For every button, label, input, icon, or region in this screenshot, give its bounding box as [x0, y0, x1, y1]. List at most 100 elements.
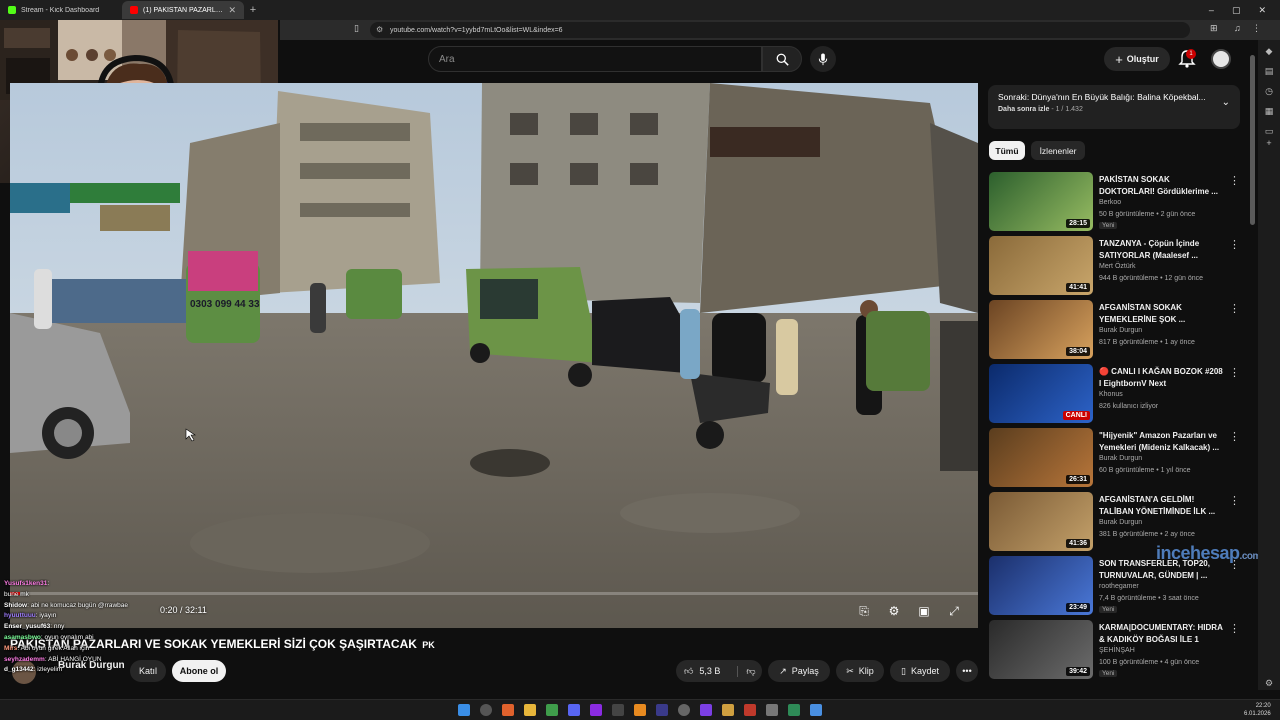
recommended-video[interactable]: 23:49 SON TRANSFERLER, TOP20, TURNUVALAR,… — [989, 556, 1240, 616]
settings-taskbar-icon[interactable] — [766, 704, 778, 716]
sidebar-history-icon[interactable]: ◷ — [1263, 86, 1275, 98]
search-input[interactable]: Ara — [428, 46, 762, 72]
taskbar-app-icon[interactable] — [678, 704, 690, 716]
file-explorer-icon[interactable] — [524, 704, 536, 716]
share-button[interactable]: ↗ Paylaş — [768, 660, 830, 682]
video-thumbnail[interactable]: 23:49 — [989, 556, 1093, 615]
recommended-title[interactable]: AFGANİSTAN SOKAK YEMEKLERİNE ŞOK ... — [1099, 302, 1225, 325]
video-thumbnail[interactable]: 39:42 — [989, 620, 1093, 679]
video-thumbnail[interactable]: 41:41 — [989, 236, 1093, 295]
more-vertical-icon[interactable]: ⋮ — [1229, 238, 1240, 251]
sidebar-reading-icon[interactable]: ▦ — [1263, 106, 1275, 118]
discord-icon[interactable] — [568, 704, 580, 716]
sidebar-wallet-icon[interactable]: ▭ — [1263, 126, 1275, 138]
twitch-icon[interactable] — [590, 704, 602, 716]
recommended-video[interactable]: 26:31 "Hijyenik" Amazon Pazarları ve Yeme… — [989, 428, 1240, 488]
brave-browser-icon[interactable] — [502, 704, 514, 716]
chat-username[interactable]: Mirs — [4, 645, 17, 652]
maximize-icon[interactable]: ▢ — [1232, 5, 1241, 16]
recommended-channel[interactable]: Berkoo — [1099, 199, 1121, 206]
taskbar-app-icon[interactable] — [810, 704, 822, 716]
sidebar-bookmarks-icon[interactable]: ▤ — [1263, 66, 1275, 78]
miniplayer-icon[interactable]: ▣ — [916, 603, 932, 619]
system-clock[interactable]: 22:20 6.01.2026 — [1244, 702, 1271, 718]
video-thumbnail[interactable]: 41:36 — [989, 492, 1093, 551]
chat-username[interactable]: asamasbwo — [4, 634, 41, 641]
menu-icon[interactable]: ⋮ — [1252, 23, 1261, 34]
playlist-up-next[interactable]: Sonraki: Dünya'nın En Büyük Balığı: Bali… — [988, 85, 1240, 129]
voice-search-button[interactable] — [810, 46, 836, 72]
video-thumbnail[interactable]: CANLI — [989, 364, 1093, 423]
account-avatar[interactable] — [1211, 49, 1231, 69]
sidebar-ai-icon[interactable]: ◆ — [1263, 46, 1275, 58]
subscribe-button[interactable]: Abone ol — [172, 660, 226, 682]
chip-all[interactable]: Tümü — [989, 141, 1025, 160]
like-button[interactable]: 👍︎ 5,3 B — [684, 666, 720, 677]
recommended-channel[interactable]: Burak Durgun — [1099, 327, 1142, 334]
recommended-channel[interactable]: Burak Durgun — [1099, 455, 1142, 462]
recommended-title[interactable]: AFGANİSTAN'A GELDİM! TALİBAN YÖNETİMİNDE… — [1099, 494, 1225, 517]
sidebar-settings-icon[interactable]: ⚙ — [1263, 678, 1275, 690]
extensions-icon[interactable]: ⊞ — [1210, 23, 1218, 34]
recommended-channel[interactable]: Burak Durgun — [1099, 519, 1142, 526]
more-vertical-icon[interactable]: ⋮ — [1229, 430, 1240, 443]
chat-username[interactable]: Enser_yusuf63 — [4, 623, 50, 630]
clip-button[interactable]: ✂ Klip — [836, 660, 884, 682]
fullscreen-icon[interactable]: ⤢ — [946, 603, 962, 619]
minimize-icon[interactable]: – — [1209, 5, 1214, 16]
taskbar-app-icon[interactable] — [612, 704, 624, 716]
site-info-icon[interactable]: ⚙ — [376, 25, 383, 34]
video-player[interactable]: 0303 099 44 33 — [10, 83, 978, 628]
recommended-channel[interactable]: roothegamer — [1099, 583, 1139, 590]
chat-username[interactable]: seyhzademm — [4, 656, 45, 663]
video-thumbnail[interactable]: 28:15 — [989, 172, 1093, 231]
vlc-icon[interactable] — [634, 704, 646, 716]
close-tab-icon[interactable]: ✕ — [228, 5, 236, 16]
recommended-title[interactable]: TANZANYA - Çöpün İçinde SATIYORLAR (Maal… — [1099, 238, 1225, 261]
obs-icon[interactable] — [656, 704, 668, 716]
recommended-title[interactable]: 🔴 CANLI I KAĞAN BOZOK #208 I EightbornV … — [1099, 366, 1225, 389]
video-thumbnail[interactable]: 26:31 — [989, 428, 1093, 487]
bookmark-icon[interactable]: ▯ — [354, 23, 359, 34]
save-button[interactable]: ▯ Kaydet — [890, 660, 950, 682]
settings-gear-icon[interactable]: ⚙ — [886, 603, 902, 619]
more-vertical-icon[interactable]: ⋮ — [1229, 174, 1240, 187]
start-icon[interactable] — [458, 704, 470, 716]
tab-youtube-video[interactable]: (1) PAKİSTAN PAZARLARI VE SOKAK ✕ — [122, 1, 244, 19]
more-vertical-icon[interactable]: ⋮ — [1229, 302, 1240, 315]
more-actions-button[interactable]: ••• — [956, 660, 978, 682]
close-window-icon[interactable]: ✕ — [1258, 5, 1266, 16]
chat-username[interactable]: Shidow — [4, 602, 27, 609]
recommended-video[interactable]: 28:15 PAKİSTAN SOKAK DOKTORLARI! Gördükle… — [989, 172, 1240, 232]
subtitles-icon[interactable]: ⎘ — [856, 603, 872, 619]
more-vertical-icon[interactable]: ⋮ — [1229, 622, 1240, 635]
recommended-channel[interactable]: Mert Öztürk — [1099, 263, 1136, 270]
video-thumbnail[interactable]: 38:04 — [989, 300, 1093, 359]
create-button[interactable]: + Oluştur — [1104, 47, 1170, 71]
recommended-video[interactable]: CANLI 🔴 CANLI I KAĞAN BOZOK #208 I Eightb… — [989, 364, 1240, 424]
recommended-channel[interactable]: ŞEHİNŞAH — [1099, 647, 1135, 654]
recommended-title[interactable]: KARMA|DOCUMENTARY: HIDRA & KADIKÖY BOĞAS… — [1099, 622, 1225, 645]
sidebar-add-icon[interactable]: + — [1263, 138, 1275, 150]
chat-username[interactable]: d_g13442 — [4, 666, 34, 673]
recommended-channel[interactable]: Khonus — [1099, 391, 1123, 398]
taskbar-app-icon[interactable] — [722, 704, 734, 716]
more-vertical-icon[interactable]: ⋮ — [1229, 366, 1240, 379]
dislike-button[interactable]: 👎︎ — [737, 665, 756, 677]
recommended-video[interactable]: 41:41 TANZANYA - Çöpün İçinde SATIYORLAR … — [989, 236, 1240, 296]
new-tab-button[interactable]: + — [244, 4, 262, 16]
search-taskbar-icon[interactable] — [480, 704, 492, 716]
chat-username[interactable]: Yusufs1ken31 — [4, 580, 47, 587]
sidebar-scrollbar[interactable] — [1250, 55, 1255, 225]
recommended-title[interactable]: "Hijyenik" Amazon Pazarları ve Yemekleri… — [1099, 430, 1225, 453]
url-field[interactable]: ⚙ youtube.com/watch?v=1yybd7mLtOo&list=W… — [370, 22, 1190, 38]
taskbar-app-icon[interactable] — [700, 704, 712, 716]
taskbar-app-icon[interactable] — [546, 704, 558, 716]
chat-username[interactable]: hyuuttuuu — [4, 612, 36, 619]
music-icon[interactable]: ♫ — [1234, 23, 1241, 33]
minecraft-icon[interactable] — [788, 704, 800, 716]
chip-watched[interactable]: İzlenenler — [1031, 141, 1085, 160]
recommended-video[interactable]: 38:04 AFGANİSTAN SOKAK YEMEKLERİNE ŞOK ..… — [989, 300, 1240, 360]
chevron-down-icon[interactable]: ⌄ — [1222, 97, 1230, 108]
more-vertical-icon[interactable]: ⋮ — [1229, 494, 1240, 507]
